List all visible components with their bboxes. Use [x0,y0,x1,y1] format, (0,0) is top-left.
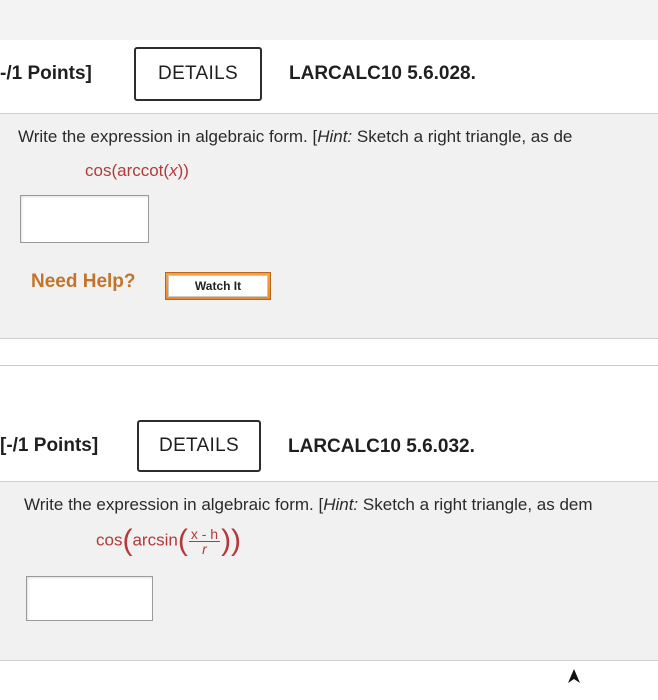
math-expression: cos(arccot(x)) [85,161,189,180]
watch-it-label: Watch It [168,275,268,297]
question-panel: Write the expression in algebraic form. … [0,113,658,339]
math-expression: cos(arcsin(x - h r)) [96,524,242,557]
need-help-label: Need Help? [31,271,136,292]
problem-id: LARCALC10 5.6.028. [289,63,476,84]
answer-input[interactable] [20,195,149,243]
details-button[interactable]: DETAILS [134,47,262,101]
answer-input[interactable] [26,576,153,621]
details-button[interactable]: DETAILS [137,420,261,472]
watch-it-button[interactable]: Watch It [165,272,271,300]
problem-id: LARCALC10 5.6.032. [288,436,475,457]
mouse-cursor-icon [568,669,580,683]
points-label: [-/1 Points] [0,435,99,456]
question-panel: Write the expression in algebraic form. … [0,481,658,661]
points-label: -/1 Points] [0,63,92,84]
page-top-area [0,0,658,40]
question-text: Write the expression in algebraic form. … [18,127,573,146]
fraction: x - hr [188,525,221,557]
divider [0,365,658,366]
question-text: Write the expression in algebraic form. … [24,495,593,514]
